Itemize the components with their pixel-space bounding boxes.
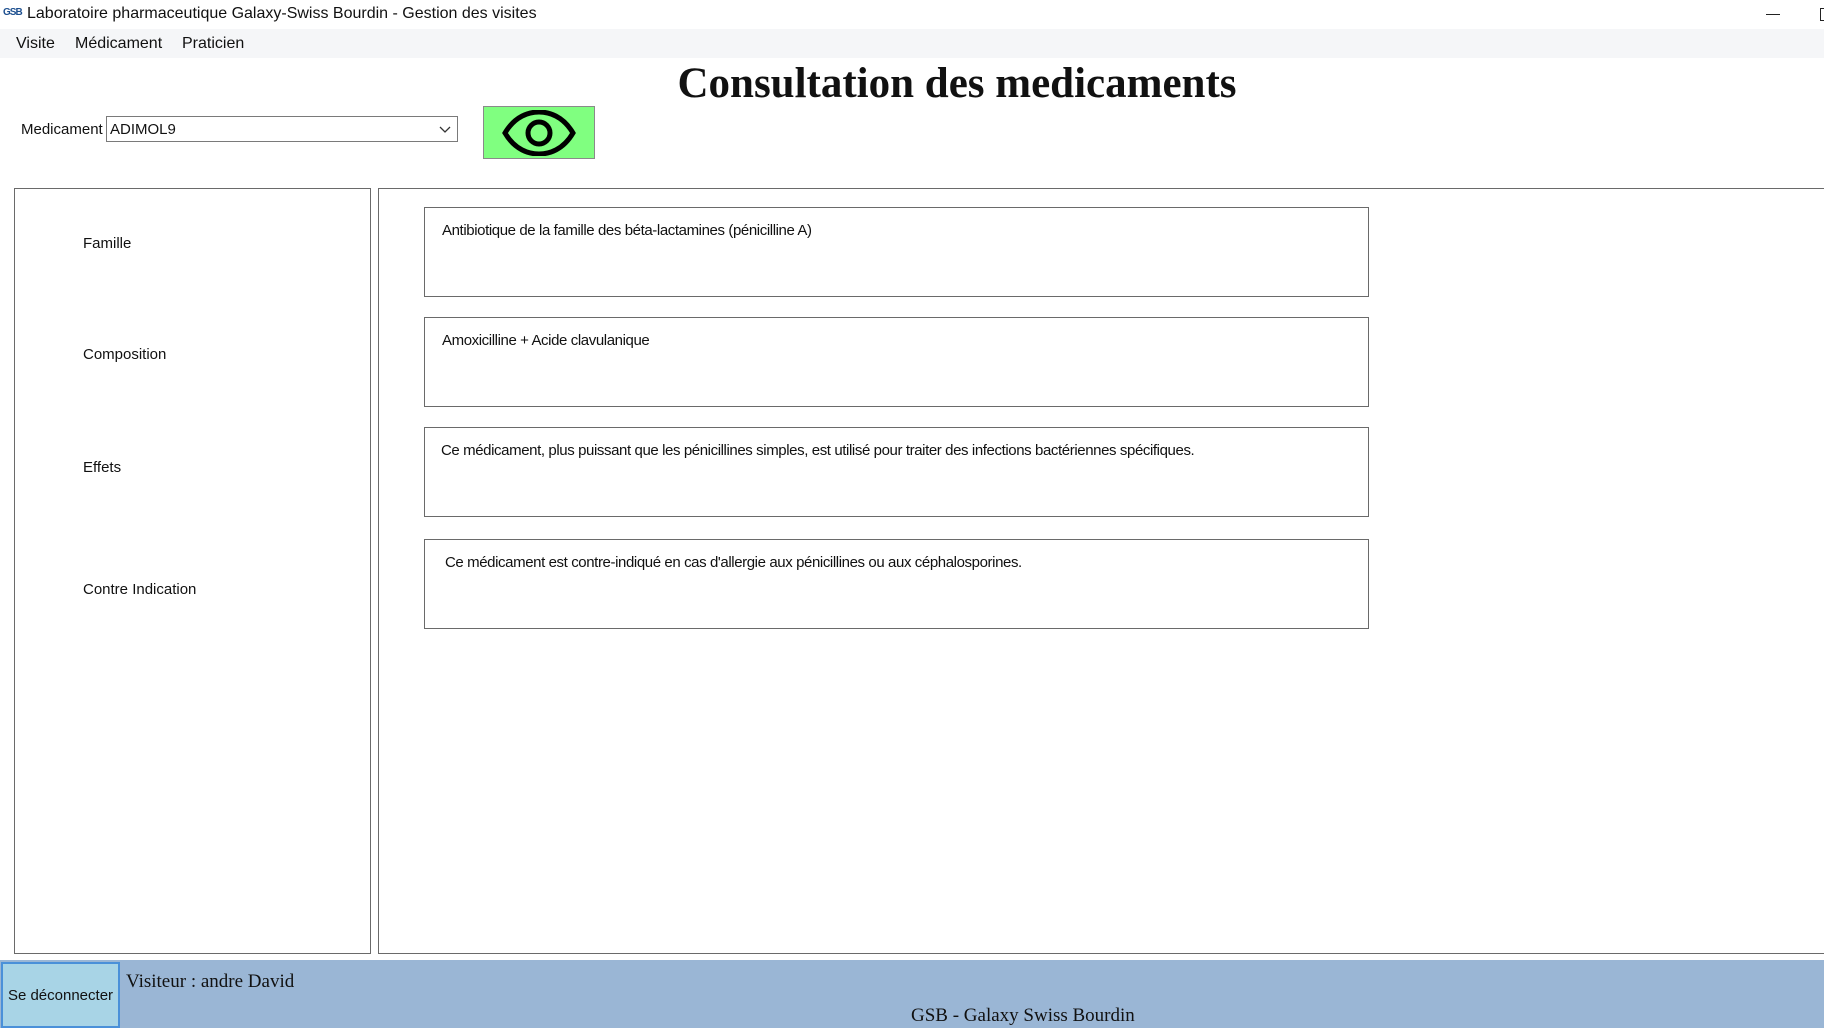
logout-button[interactable]: Se déconnecter bbox=[1, 962, 120, 1028]
famille-field[interactable]: Antibiotique de la famille des béta-lact… bbox=[424, 207, 1369, 297]
contre-indication-value: Ce médicament est contre-indiqué en cas … bbox=[445, 554, 1022, 571]
eye-icon bbox=[502, 110, 576, 156]
window-title: Laboratoire pharmaceutique Galaxy-Swiss … bbox=[27, 5, 537, 22]
contre-indication-field[interactable]: Ce médicament est contre-indiqué en cas … bbox=[424, 539, 1369, 629]
effets-label: Effets bbox=[83, 459, 122, 476]
chevron-down-icon bbox=[439, 126, 451, 133]
medicament-select[interactable]: ADIMOL9 bbox=[106, 116, 458, 142]
composition-label: Composition bbox=[83, 346, 167, 363]
minimize-icon bbox=[1766, 14, 1780, 15]
menu-item-visite[interactable]: Visite bbox=[16, 35, 55, 53]
menu-item-praticien[interactable]: Praticien bbox=[182, 35, 244, 53]
status-footer: Se déconnecter Visiteur : andre David GS… bbox=[0, 960, 1824, 1028]
app-logo-icon: GSB bbox=[3, 7, 23, 18]
contre-indication-label: Contre Indication bbox=[83, 581, 197, 598]
footer-brand: GSB - Galaxy Swiss Bourdin bbox=[911, 1005, 1135, 1026]
view-medicament-button[interactable] bbox=[483, 106, 595, 159]
effets-value: Ce médicament, plus puissant que les pén… bbox=[441, 442, 1195, 459]
visitor-name: Visiteur : andre David bbox=[126, 971, 295, 992]
famille-label: Famille bbox=[83, 235, 132, 252]
minimize-button[interactable] bbox=[1758, 0, 1788, 29]
logout-button-label: Se déconnecter bbox=[7, 986, 114, 1004]
maximize-icon bbox=[1820, 8, 1824, 21]
maximize-button[interactable] bbox=[1814, 0, 1824, 29]
medicament-label: Medicament bbox=[21, 121, 103, 138]
labels-panel: Famille Composition Effets Contre Indica… bbox=[14, 188, 371, 954]
app-window: GSB Laboratoire pharmaceutique Galaxy-Sw… bbox=[0, 0, 1824, 1028]
famille-value: Antibiotique de la famille des béta-lact… bbox=[442, 222, 812, 239]
composition-value: Amoxicilline + Acide clavulanique bbox=[442, 332, 650, 349]
details-panel: Antibiotique de la famille des béta-lact… bbox=[378, 188, 1824, 954]
menu-bar: Visite Médicament Praticien bbox=[0, 29, 1824, 58]
composition-field[interactable]: Amoxicilline + Acide clavulanique bbox=[424, 317, 1369, 407]
title-bar: GSB Laboratoire pharmaceutique Galaxy-Sw… bbox=[0, 0, 1824, 29]
effets-field[interactable]: Ce médicament, plus puissant que les pén… bbox=[424, 427, 1369, 517]
medicament-select-value: ADIMOL9 bbox=[110, 121, 176, 138]
menu-item-medicament[interactable]: Médicament bbox=[75, 35, 162, 53]
page-title: Consultation des medicaments bbox=[677, 60, 1237, 107]
